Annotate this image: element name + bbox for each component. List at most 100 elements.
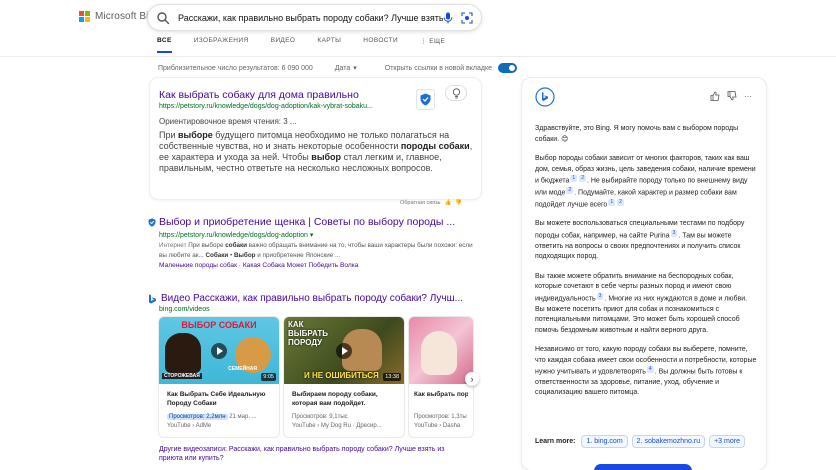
video-title[interactable]: Как выбрать породу собаки: [414, 390, 468, 410]
shield-icon: [420, 93, 431, 106]
citation-badge[interactable]: 1: [608, 198, 616, 206]
feedback-label[interactable]: Обратная связь: [400, 200, 441, 206]
citation-badge[interactable]: 2: [566, 186, 574, 194]
bing-chat-panel: ··· Здравствуйте, это Bing. Я могу помоч…: [522, 78, 766, 470]
result-url-text[interactable]: https://petstory.ru/knowledge/dogs/dog-a…: [159, 232, 308, 239]
thumbs-down-icon[interactable]: [727, 91, 737, 101]
tab-news[interactable]: НОВОСТИ: [363, 37, 398, 53]
snippet-text: и приобретение Японские ...: [255, 251, 341, 259]
videos-heading[interactable]: Видео Расскажи, как правильно выбрать по…: [148, 293, 463, 304]
microphone-icon[interactable]: [443, 12, 453, 24]
video-info: Выбираем породу собаки, которая вам подо…: [284, 384, 404, 437]
featured-title-link[interactable]: Как выбрать собаку для дома правильно: [159, 89, 359, 101]
chat-toolbar: ···: [710, 91, 752, 101]
video-source: YouTube › AdMe: [167, 423, 212, 429]
video-thumbnail[interactable]: КАК ВЫБРАТЬ ПОРОДУ И НЕ ОШИБИТЬСЯ 13:38: [284, 317, 404, 384]
body-bold: породы собаки: [400, 141, 470, 151]
source-link[interactable]: 2. sobakemozhno.ru: [631, 435, 706, 448]
thumbs-up-icon[interactable]: 👍: [445, 200, 452, 206]
chat-continue-button[interactable]: [594, 464, 692, 470]
tab-images[interactable]: ИЗОБРАЖЕНИЯ: [194, 37, 249, 53]
shield-icon: [148, 217, 156, 227]
result-title-text[interactable]: Выбор и приобретение щенка | Советы по в…: [159, 216, 455, 228]
video-card[interactable]: Как выбрать породу собаки Просмотров: 1,…: [409, 317, 473, 437]
play-icon[interactable]: [211, 342, 227, 359]
featured-url[interactable]: https://petstory.ru/knowledge/dogs/dog-a…: [159, 103, 373, 110]
tab-maps[interactable]: КАРТЫ: [317, 37, 341, 53]
thumbs-down-icon[interactable]: 👎: [455, 200, 462, 206]
tab-videos[interactable]: ВИДЕО: [271, 37, 296, 53]
video-info: Как выбрать породу собаки Просмотров: 1,…: [409, 384, 473, 437]
chat-greeting: Здравствуйте, это Bing. Я могу помочь ва…: [535, 125, 739, 143]
chat-paragraph: Независимо от того, какую породу собаки …: [535, 345, 757, 399]
search-input[interactable]: Расскажи, как правильно выбрать породу с…: [178, 13, 443, 23]
thumbs-up-icon[interactable]: [710, 91, 720, 101]
tab-all[interactable]: ВСЕ: [157, 37, 172, 53]
citation-badge[interactable]: 3: [670, 229, 678, 237]
search-icon[interactable]: [156, 11, 170, 25]
videos-heading-text[interactable]: Видео Расскажи, как правильно выбрать по…: [161, 293, 463, 304]
snippet-bold: собаки: [225, 242, 248, 249]
citation-badge[interactable]: 3: [596, 292, 604, 300]
visual-search-icon[interactable]: [461, 11, 473, 24]
body-text: При: [159, 130, 179, 140]
site-favicon[interactable]: [416, 89, 435, 110]
video-card[interactable]: ВЫБОР СОБАКИ СТОРОЖЕВАЯ СЕМЕЙНАЯ 9:05 Ка…: [159, 317, 279, 437]
body-bold: выбор: [311, 152, 342, 162]
thumb-label-right: СЕМЕЙНАЯ: [228, 366, 257, 372]
deep-links: Маленькие породы собак · Какая Собака Мо…: [159, 262, 478, 269]
more-options-icon[interactable]: ···: [744, 92, 752, 101]
new-tab-toggle[interactable]: [498, 63, 518, 73]
results-count: Приблизительное число результатов: 6 090…: [158, 64, 313, 72]
search-box[interactable]: Расскажи, как правильно выбрать породу с…: [148, 5, 481, 30]
citation-badge[interactable]: 4: [646, 366, 654, 374]
tab-more-label: ЕЩЕ: [429, 38, 446, 45]
citation-badge[interactable]: 1: [570, 175, 578, 182]
microsoft-logo-icon: [79, 11, 90, 22]
chevron-right-icon: ›: [470, 374, 474, 384]
snippet-text: При выборе: [186, 242, 226, 249]
video-date: 21 мар. ...: [229, 414, 257, 420]
citation-badge[interactable]: 2: [617, 198, 624, 206]
result-snippet: Интернет При выборе собаки важно обращат…: [159, 241, 474, 260]
chat-paragraph: Вы можете воспользоваться специальными т…: [535, 219, 757, 262]
more-sources-button[interactable]: +3 more: [709, 435, 745, 448]
search-result: Выбор и приобретение щенка | Советы по в…: [148, 216, 478, 269]
bing-chat-logo-icon: [535, 87, 555, 107]
tab-more[interactable]: ⋮ ЕЩЕ: [420, 37, 445, 53]
snippet-bold: Собаки: [205, 251, 229, 259]
snippet-tag: Интернет: [159, 242, 187, 249]
video-thumbnail[interactable]: [409, 317, 473, 384]
learn-more-row: Learn more: 1. bing.com 2. sobakemozhno.…: [535, 435, 745, 448]
videos-source-url[interactable]: bing.com/videos: [159, 306, 210, 313]
date-filter[interactable]: Дата ▾: [334, 64, 357, 73]
learn-more-label: Learn more:: [535, 438, 576, 445]
result-title[interactable]: Выбор и приобретение щенка | Советы по в…: [148, 216, 478, 228]
video-info: Как Выбрать Себе Идеальную Породу Собаки…: [159, 384, 279, 437]
citation-badge[interactable]: 2: [579, 175, 586, 182]
play-icon[interactable]: [336, 342, 352, 359]
thumb-title: ВЫБОР СОБАКИ: [181, 320, 257, 330]
insight-button[interactable]: [445, 85, 467, 101]
video-source: YouTube › My Dog Ru · Дресир...: [292, 423, 382, 429]
video-thumbnail[interactable]: ВЫБОР СОБАКИ СТОРОЖЕВАЯ СЕМЕЙНАЯ 9:05: [159, 317, 279, 384]
result-url[interactable]: https://petstory.ru/knowledge/dogs/dog-a…: [159, 231, 478, 239]
deep-link[interactable]: Маленькие породы собак: [159, 262, 237, 269]
video-title[interactable]: Выбираем породу собаки, которая вам подо…: [292, 390, 396, 410]
video-card[interactable]: КАК ВЫБРАТЬ ПОРОДУ И НЕ ОШИБИТЬСЯ 13:38 …: [284, 317, 404, 437]
thumb-title: КАК ВЫБРАТЬ ПОРОДУ: [288, 320, 329, 347]
more-dots-icon: ⋮: [420, 38, 430, 45]
thumb-label-left: СТОРОЖЕВАЯ: [162, 373, 202, 379]
video-title[interactable]: Как Выбрать Себе Идеальную Породу Собаки: [167, 390, 271, 410]
caret-down-icon[interactable]: ▾: [310, 232, 314, 239]
deep-link[interactable]: Какая Собака Может Победить Волка: [243, 262, 359, 269]
search-tabs: ВСЕ ИЗОБРАЖЕНИЯ ВИДЕО КАРТЫ НОВОСТИ ⋮ ЕЩ…: [157, 37, 467, 53]
video-views: Просмотров: 2,2млн: [167, 414, 228, 420]
feedback-row: Обратная связь 👍 👎: [400, 200, 462, 206]
date-filter-label: Дата: [334, 64, 351, 72]
bing-b-icon: [149, 294, 156, 303]
open-new-tab-label: Открыть ссылки в новой вкладке: [384, 64, 493, 72]
carousel-next-button[interactable]: ›: [465, 372, 479, 386]
source-link[interactable]: 1. bing.com: [581, 435, 628, 448]
more-videos-link[interactable]: Другие видеозаписи: Расскажи, как правил…: [159, 445, 459, 463]
